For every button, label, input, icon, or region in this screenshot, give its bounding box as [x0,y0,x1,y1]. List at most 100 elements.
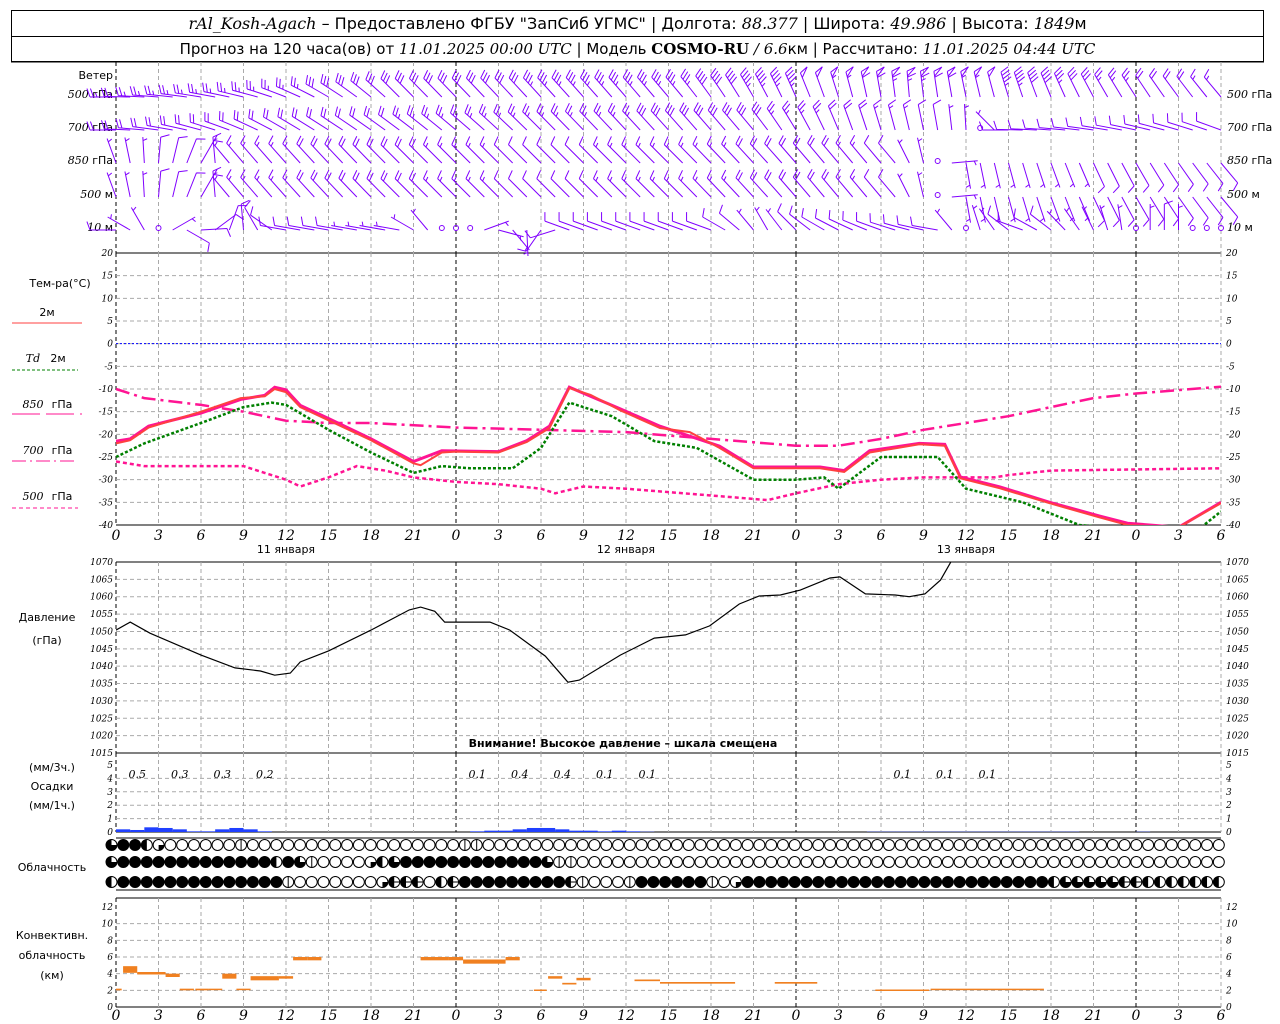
wind-barb-icon [695,68,712,98]
convective-bar [123,966,138,973]
cloud-circle [989,876,1001,888]
precip-bar [555,829,570,832]
cloud-circle [117,839,130,851]
cloud-cover-icon [305,876,318,888]
cloud-fill [735,882,742,888]
cloud-cover-icon [1212,856,1225,868]
cloud-circle [1059,839,1072,851]
x-tick-label: 18 [702,1008,720,1024]
cloud-circle [941,876,954,888]
wind-barb-icon [124,137,131,164]
x-tick-label: 9 [919,1008,928,1024]
wind-barb-icon [1178,196,1194,226]
wind-barb-icon [782,100,797,131]
cloud-cover-icon [800,839,813,851]
cloud-cover-icon [588,856,601,868]
cloud-cover-icon [682,856,695,868]
y-tick-left: 1040 [90,662,113,672]
cloud-circle [1142,856,1155,868]
wind-barb-icon [718,204,740,231]
cloud-cover-icon [1047,876,1060,888]
cloud-cover-icon [541,876,554,888]
cloud-circle [458,856,471,868]
cloud-circle [187,876,200,888]
cloud-cover-icon [211,876,224,888]
cloud-circle [941,839,954,851]
cloud-circle [494,856,507,868]
wind-barb-icon [1065,117,1094,131]
cloud-cover-icon [293,839,306,851]
cloud-cover-icon [753,876,766,888]
wind-level-label-left: 850 гПа [68,154,113,167]
cloud-cover-icon [953,839,966,851]
cloud-circle [270,839,283,851]
wind-barb-icon [749,169,769,198]
x-tick-label: 18 [362,528,380,544]
wind-barb-icon [1079,116,1108,131]
cloud-circle [1059,856,1072,868]
wind-barb-icon [1149,196,1165,227]
wind-barb-icon [390,214,414,231]
cloud-cover-icon [741,839,754,851]
wind-barb-icon [352,170,372,198]
cloud-cover-icon [341,876,354,888]
x-tick-label: 15 [660,1008,678,1024]
cloud-circle [871,856,884,868]
cloud-circle [965,876,978,888]
wind-barb-icon [812,99,825,131]
cloud-cover-icon [706,839,719,851]
cloud-circle [270,876,283,888]
cloud-cover-icon [741,856,754,868]
calm-circle-icon [934,192,941,198]
cloud-circle [341,856,354,868]
wind-barb-icon [1162,68,1179,98]
wind-barb-icon [965,196,972,223]
convective-bar [562,982,577,985]
cloud-cover-icon [529,876,542,888]
meteogram: Ветер Тем-ра(°C) 2м Td 2м 850 гПа 700 гП… [11,61,1272,1024]
cloud-cover-icon [258,876,271,888]
cloud-cover-icon [376,839,389,851]
cloud-cover-icon [930,876,943,888]
cloud-cover-icon [694,856,707,868]
cloud-circle [706,856,719,868]
cloud-circle [1000,876,1013,888]
wind-barb-icon [423,70,443,98]
cloud-circle [588,856,601,868]
cloud-circle [918,839,931,851]
pressure-line [116,562,952,683]
wind-level-num: 700 [68,121,89,134]
cloud-cover-icon [871,876,884,888]
day-label: 12 января [597,543,655,556]
wind-barb-icon [608,69,627,98]
cloud-cover-icon [235,876,248,888]
cloud-circle [411,856,424,868]
cloud-cover-icon [835,839,848,851]
cloud-cover-icon [776,839,789,851]
cloud-cover-icon [1130,876,1143,888]
wind-barb-icon [1121,67,1137,98]
cloud-circle [364,839,377,851]
wind-barb-icon [1036,162,1046,188]
x-tick-label: 21 [744,1008,763,1024]
wind-barb-icon [352,136,372,164]
cloud-cover-icon [835,856,848,868]
wind-level-num: 700 [1227,121,1248,134]
cloud-fill [382,882,388,888]
wind-barb-icon [484,220,509,231]
cloud-cover-icon [965,839,978,851]
cloud-circle [600,856,613,868]
cloud-cover-icon [117,839,130,851]
cloud-circle [765,856,778,868]
cloud-circle [364,876,377,888]
precip-3h-total: 0.1 [936,768,954,781]
wind-barb-icon [849,135,868,164]
cloud-cover-icon [164,856,177,868]
cloud-circle [1165,839,1178,851]
cloud-circle [918,856,931,868]
x-tick-label: 12 [957,1008,975,1024]
cloud-cover-icon [423,839,436,851]
legend-700-label: гПа [52,444,73,457]
wind-barb-icon [550,103,570,131]
y-tick-left: 15 [102,272,114,282]
